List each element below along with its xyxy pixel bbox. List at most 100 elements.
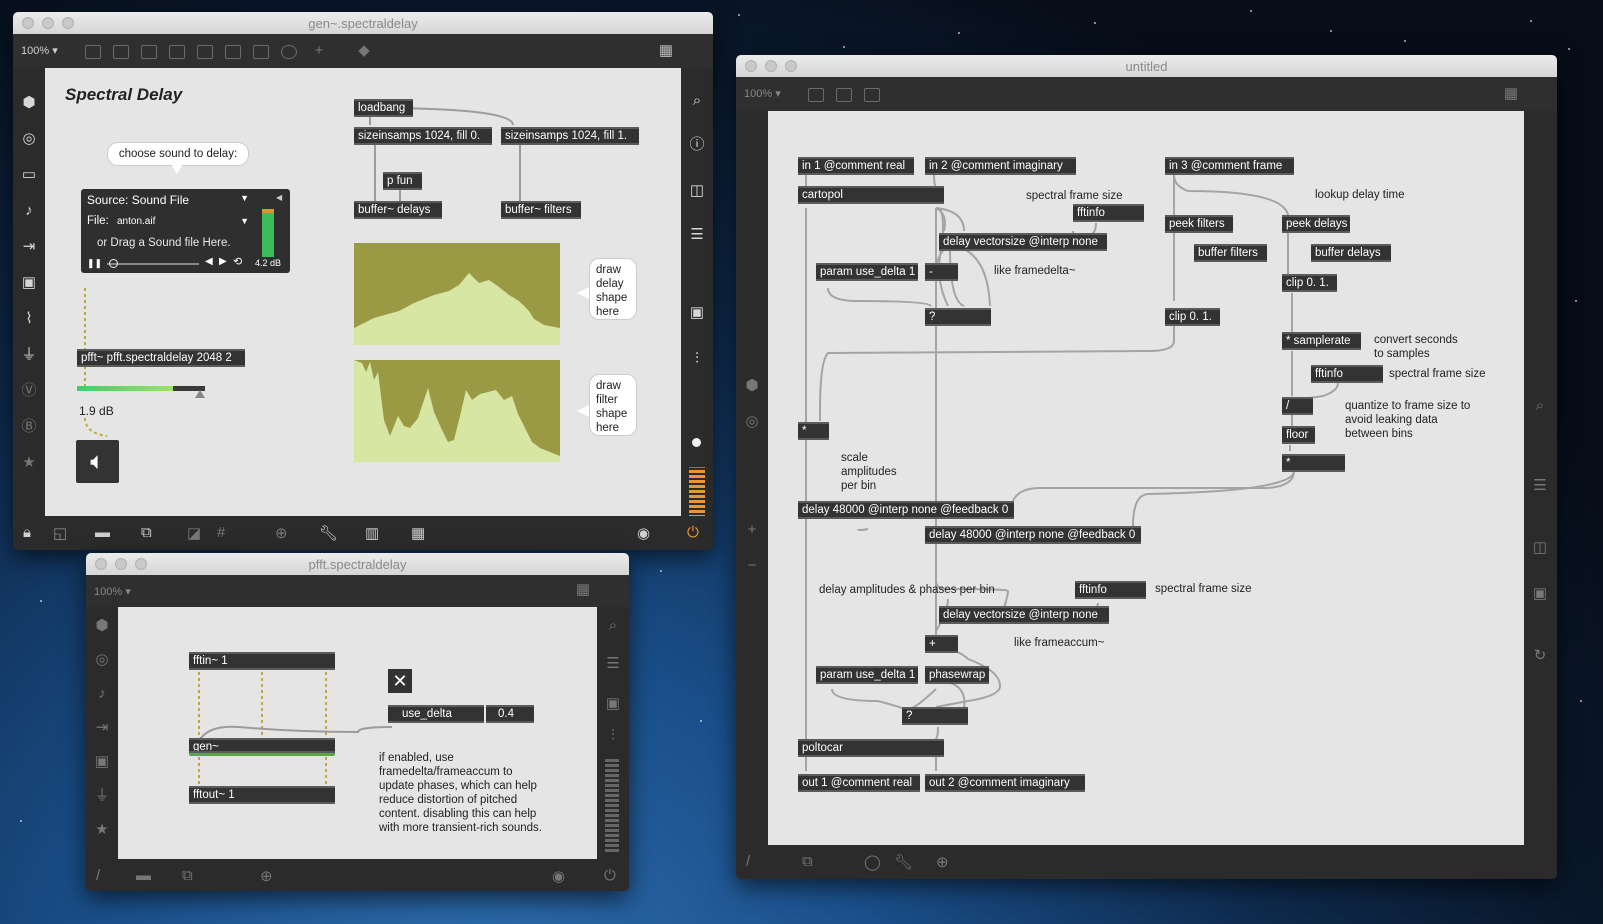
playhead-knob[interactable] — [109, 259, 118, 268]
search-icon[interactable]: ⌕ — [1529, 397, 1551, 415]
pfft-object[interactable]: pfft~ pfft.spectraldelay 2048 2 — [77, 349, 245, 367]
zoom-out-icon[interactable]: − — [741, 557, 763, 575]
mixer-icon[interactable]: ⫶ — [686, 350, 708, 368]
grid-menu-icon[interactable]: ▦ — [1500, 85, 1522, 103]
media-icon[interactable]: ⇥ — [18, 238, 40, 256]
snapshot-icon[interactable]: ▣ — [602, 695, 624, 713]
question-object-2[interactable]: ? — [902, 707, 968, 725]
filter-shape-display[interactable] — [354, 360, 560, 462]
power-icon[interactable]: ⏻ — [687, 524, 699, 541]
patcher-canvas[interactable]: fftin~ 1 gen~ fftout~ 1 ✕ use_delta 0.4 … — [118, 607, 597, 859]
b-icon[interactable]: Ⓑ — [18, 418, 40, 436]
param-use-delta-object-2[interactable]: param use_delta 1 — [816, 666, 918, 684]
use-delta-message[interactable]: use_delta — [388, 705, 484, 723]
columns-icon[interactable]: ◫ — [686, 182, 708, 200]
list-icon[interactable]: ☰ — [686, 226, 708, 244]
in3-object[interactable]: in 3 @comment frame — [1165, 157, 1294, 175]
plug-icon[interactable]: ⏚ — [91, 787, 113, 805]
grid-icon[interactable]: # — [217, 524, 225, 541]
clip-object-1[interactable]: clip 0. 1. — [1282, 274, 1337, 292]
presentation-icon[interactable] — [85, 45, 101, 59]
zoom-menu[interactable]: 100% ▾ — [21, 44, 58, 57]
power-icon[interactable]: ⏻ — [604, 867, 616, 884]
presentation-mode-icon[interactable]: ▬ — [95, 524, 110, 541]
debug-icon[interactable]: ◪ — [187, 524, 201, 542]
mixer-icon[interactable]: ⫶ — [602, 727, 624, 745]
fftinfo-object-1[interactable]: fftinfo — [1073, 204, 1144, 222]
param-use-delta-object-1[interactable]: param use_delta 1 — [816, 263, 918, 281]
info-icon[interactable]: ⓘ — [686, 136, 708, 154]
multiply-object-2[interactable]: * — [1282, 454, 1345, 472]
out1-object[interactable]: out 1 @comment real — [798, 774, 920, 792]
question-object-1[interactable]: ? — [925, 308, 991, 326]
button-icon[interactable] — [169, 45, 185, 59]
plus-object[interactable]: + — [925, 635, 958, 653]
file-select[interactable]: anton.aif ▼ — [117, 216, 249, 227]
peek-delays-object[interactable]: peek delays — [1282, 215, 1350, 233]
rewind-icon[interactable]: ◀ — [205, 256, 213, 267]
samplerate-object[interactable]: * samplerate — [1282, 332, 1361, 350]
multiply-object-1[interactable]: * — [798, 422, 829, 440]
search-icon[interactable]: ⌕ — [602, 617, 624, 635]
number-box[interactable]: 0.4 — [486, 705, 534, 723]
source-select[interactable]: Source: Sound File ▼ — [87, 193, 249, 207]
out2-object[interactable]: out 2 @comment imaginary — [925, 774, 1085, 792]
delay-shape-display[interactable] — [354, 243, 560, 345]
buffer-delays-object[interactable]: buffer delays — [1311, 244, 1391, 262]
star-icon[interactable]: ★ — [91, 821, 113, 839]
media-icon[interactable]: ⇥ — [91, 719, 113, 737]
title-bar[interactable]: untitled — [736, 55, 1557, 78]
sizeinsamps-fill0-message[interactable]: sizeinsamps 1024, fill 0. — [354, 127, 492, 145]
gain-arrow-icon[interactable]: ◀ — [276, 193, 282, 202]
buffer-filters-object[interactable]: buffer filters — [1194, 244, 1267, 262]
floor-object[interactable]: floor — [1282, 426, 1315, 444]
sizeinsamps-fill1-message[interactable]: sizeinsamps 1024, fill 1. — [501, 127, 639, 145]
list-icon[interactable]: ☰ — [1529, 477, 1551, 495]
dac-speaker-button[interactable]: 🔈︎ — [76, 440, 119, 483]
target-icon[interactable]: ◎ — [91, 651, 113, 669]
target-icon[interactable]: ◎ — [18, 130, 40, 148]
loadbang-object[interactable]: loadbang — [354, 99, 413, 117]
music-note-icon[interactable]: ♪ — [91, 685, 113, 703]
delay-vectorsize-object-2[interactable]: delay vectorsize @interp none — [939, 606, 1109, 624]
gain-slider[interactable] — [77, 386, 205, 391]
grid-menu-icon[interactable]: ▦ — [655, 42, 677, 60]
sound-file-player[interactable]: Source: Sound File ▼ File: anton.aif ▼ or … — [81, 189, 290, 273]
message-icon[interactable] — [225, 45, 241, 59]
delay-48000-object-1[interactable]: delay 48000 @interp none @feedback 0 — [798, 501, 1014, 519]
new-object-icon[interactable] — [113, 45, 129, 59]
wrench-icon[interactable]: 🔧︎ — [894, 853, 913, 871]
cube-icon[interactable]: ⬢ — [741, 377, 763, 395]
title-bar[interactable]: pfft.spectraldelay — [86, 553, 629, 576]
layers-icon[interactable]: ⧉ — [141, 524, 152, 541]
grid-menu-icon[interactable]: ▦ — [572, 581, 594, 599]
patcher-canvas[interactable]: Spectral Delay choose sound to delay: So… — [45, 68, 681, 516]
new-window-icon[interactable]: ⊕ — [260, 867, 273, 885]
music-note-icon[interactable]: ♪ — [18, 202, 40, 220]
forward-icon[interactable]: ▶ — [219, 256, 227, 267]
poltocar-object[interactable]: poltocar — [798, 739, 944, 757]
film-icon[interactable]: ▭ — [18, 166, 40, 184]
edit-mode-icon[interactable]: ◱ — [53, 524, 67, 542]
target-icon[interactable]: ◎ — [741, 413, 763, 431]
slider-icon[interactable] — [253, 45, 269, 59]
snapshot-icon[interactable]: ▣ — [686, 304, 708, 322]
fftinfo-object-2[interactable]: fftinfo — [1311, 365, 1383, 383]
paint-icon[interactable]: ◆ — [353, 42, 375, 60]
codebox-icon[interactable] — [836, 88, 852, 102]
cartopol-object[interactable]: cartopol — [798, 186, 944, 204]
divide-object[interactable]: / — [1282, 397, 1313, 415]
buffer-filters-object[interactable]: buffer~ filters — [501, 201, 581, 219]
volume-slider-knob[interactable] — [692, 438, 701, 447]
param-icon[interactable] — [864, 88, 880, 102]
list-icon[interactable]: ☰ — [602, 655, 624, 673]
toggle-icon[interactable] — [197, 45, 213, 59]
in1-object[interactable]: in 1 @comment real — [798, 157, 914, 175]
fftout-object[interactable]: fftout~ 1 — [189, 786, 335, 804]
lock-icon[interactable]: 🔒︎ — [23, 524, 31, 541]
new-window-icon[interactable]: ⊕ — [275, 524, 288, 542]
plug-icon[interactable]: ⏚ — [18, 346, 40, 364]
comment-icon[interactable] — [141, 45, 157, 59]
layers-icon[interactable]: ⧉ — [802, 853, 813, 870]
pause-icon[interactable]: ❚❚ — [87, 258, 102, 269]
